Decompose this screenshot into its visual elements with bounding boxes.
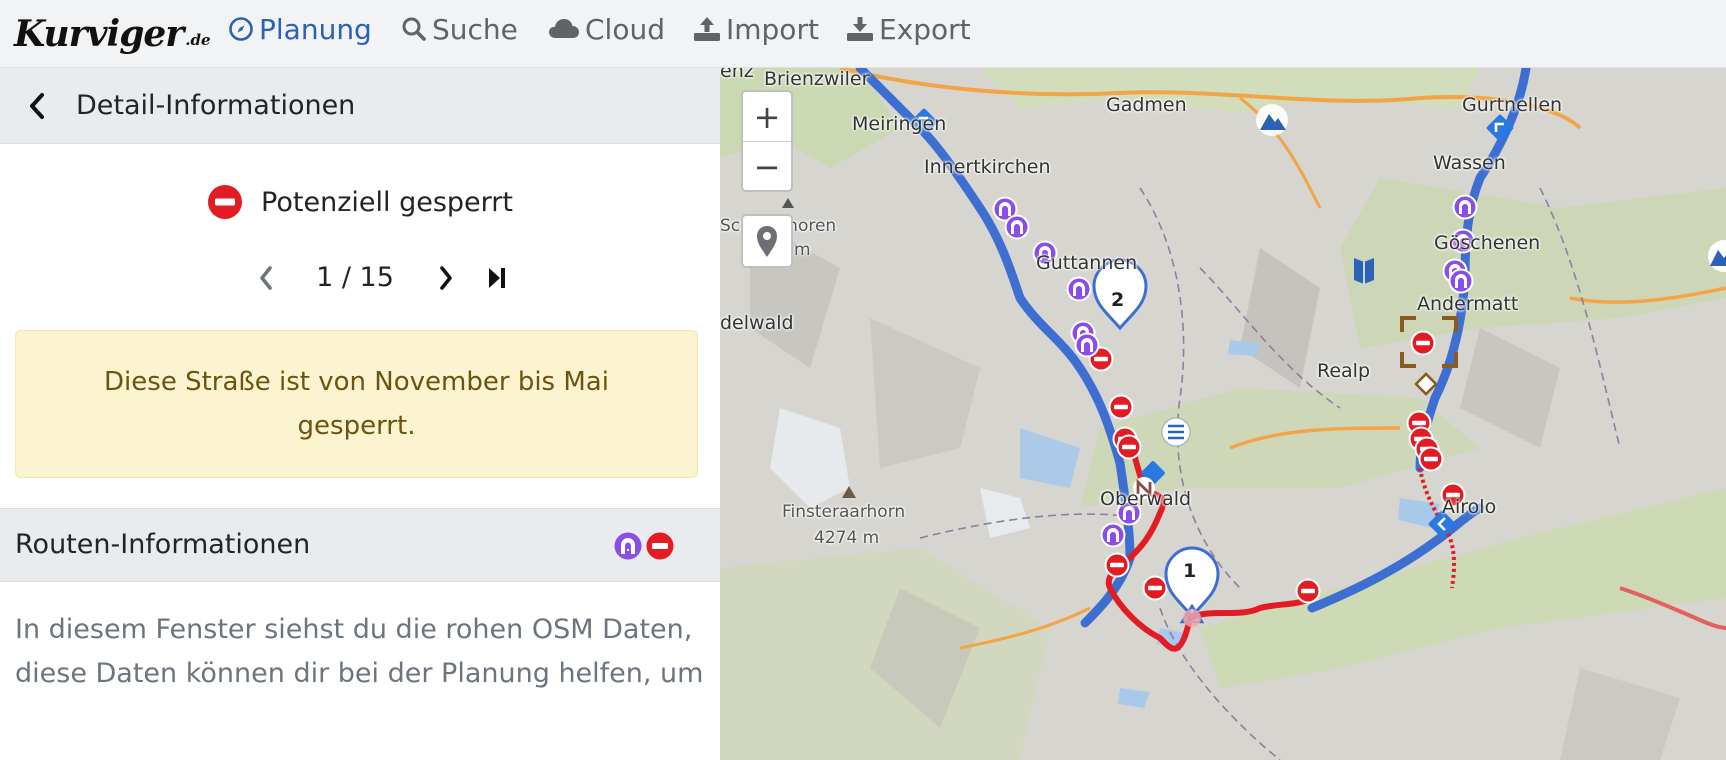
place-label: Gadmen xyxy=(1106,94,1187,116)
place-label: Wassen xyxy=(1433,152,1506,174)
closure-marker[interactable] xyxy=(1295,578,1321,604)
closure-marker[interactable] xyxy=(1108,394,1134,420)
locate-button[interactable] xyxy=(741,214,793,268)
top-navbar: Kurviger .de Planung Suche Cloud Import E… xyxy=(0,0,1726,68)
elevation-label: m xyxy=(794,240,811,260)
next-button[interactable] xyxy=(430,262,462,294)
place-label: Gurtnellen xyxy=(1462,94,1563,116)
search-icon xyxy=(402,17,426,41)
status-line: Potenziell gesperrt xyxy=(0,180,720,224)
tunnel-marker[interactable] xyxy=(1452,194,1478,220)
place-label: Realp xyxy=(1317,360,1371,382)
pager: 1 / 15 xyxy=(0,258,720,298)
prev-button[interactable] xyxy=(250,262,282,294)
route-info-icons xyxy=(614,532,674,560)
place-label: delwald xyxy=(720,312,794,334)
detail-title: Detail-Informationen xyxy=(76,90,356,121)
nav-export[interactable]: Export xyxy=(846,0,971,58)
last-button[interactable] xyxy=(481,262,513,294)
closure-marker[interactable] xyxy=(1104,552,1130,578)
place-label: Oberwald xyxy=(1100,488,1192,510)
skip-end-icon xyxy=(489,268,505,288)
back-button[interactable] xyxy=(22,90,52,122)
upload-icon xyxy=(694,17,720,41)
place-label: Brienzwiler xyxy=(764,68,870,90)
route-info-header: Routen-Informationen xyxy=(0,508,720,582)
closure-marker[interactable] xyxy=(1116,434,1142,460)
tunnel-marker[interactable] xyxy=(1066,276,1092,302)
route-info-text: In diesem Fenster siehst du die rohen OS… xyxy=(15,614,704,689)
map-view[interactable]: Brienzwiler Gadmen Gurtnellen Meiringen … xyxy=(720,68,1726,760)
place-label: Innertkirchen xyxy=(924,156,1051,178)
nav-suche[interactable]: Suche xyxy=(401,0,518,58)
no-entry-icon xyxy=(207,184,243,220)
sidebar-panel: Detail-Informationen Potenziell gesperrt… xyxy=(0,68,720,760)
zoom-out-button[interactable]: − xyxy=(743,142,791,190)
place-label: Göschenen xyxy=(1434,232,1541,254)
peak-elevation: 4274 m xyxy=(814,528,880,548)
chevron-left-icon xyxy=(30,93,44,119)
status-text: Potenziell gesperrt xyxy=(261,186,513,218)
tunnel-icon xyxy=(614,532,642,560)
waypoint-2-label: 2 xyxy=(1111,289,1125,311)
nav-planung[interactable]: Planung xyxy=(228,0,372,58)
detail-header: Detail-Informationen xyxy=(0,68,720,144)
place-label: Meiringen xyxy=(852,113,947,135)
cloud-icon xyxy=(549,19,579,38)
zoom-in-button[interactable]: + xyxy=(743,92,791,141)
closure-marker[interactable] xyxy=(1418,446,1444,472)
download-icon xyxy=(847,17,873,41)
closure-marker[interactable] xyxy=(1142,575,1168,601)
tunnel-marker[interactable] xyxy=(1004,214,1030,240)
map-terrain xyxy=(720,68,1726,760)
pager-count: 1 / 15 xyxy=(316,262,394,293)
map-pin-icon xyxy=(757,226,777,257)
compass-icon xyxy=(229,17,253,41)
nav-cloud[interactable]: Cloud xyxy=(548,0,665,58)
nav-import[interactable]: Import xyxy=(693,0,819,58)
chevron-right-icon xyxy=(440,266,452,290)
waypoint-1-label: 1 xyxy=(1183,560,1197,582)
tunnel-marker[interactable] xyxy=(1100,522,1126,548)
place-label: enz xyxy=(720,68,754,82)
kurviger-logo[interactable]: Kurviger .de xyxy=(14,2,211,62)
tunnel-marker[interactable] xyxy=(1448,268,1474,294)
place-label: Andermatt xyxy=(1417,293,1519,315)
place-label: Airolo xyxy=(1442,496,1497,518)
closure-marker[interactable] xyxy=(1410,330,1436,356)
zoom-control: + − xyxy=(741,90,793,192)
chevron-left-icon xyxy=(260,266,272,290)
no-entry-icon xyxy=(646,532,674,560)
route-info-title: Routen-Informationen xyxy=(15,529,311,560)
closure-alert: Diese Straße ist von November bis Mai ge… xyxy=(15,330,698,478)
place-label: Guttannen xyxy=(1036,252,1138,274)
tunnel-marker[interactable] xyxy=(1074,332,1100,358)
peak-label: Finsteraarhorn xyxy=(782,502,906,522)
